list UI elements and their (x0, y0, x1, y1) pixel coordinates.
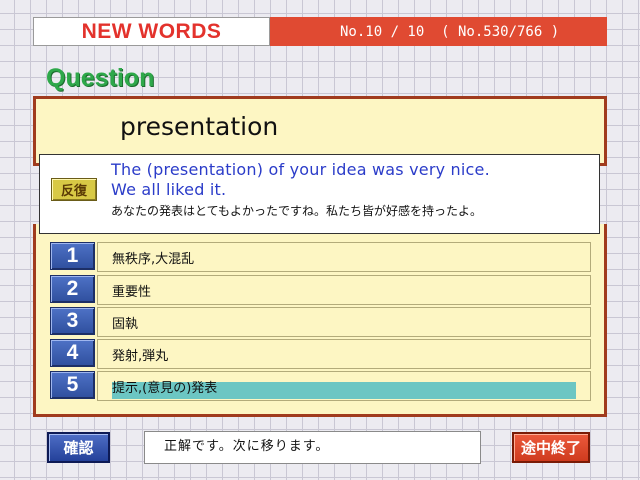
choice-3-number-button[interactable]: 3 (50, 307, 95, 335)
choice-1-number-button[interactable]: 1 (50, 242, 95, 270)
choice-2-text: 重要性 (112, 284, 152, 300)
choice-3-option[interactable]: 固執 (97, 307, 591, 337)
choice-5-number-button[interactable]: 5 (50, 371, 95, 399)
quit-midway-button[interactable]: 途中終了 (512, 432, 590, 463)
choice-1-option[interactable]: 無秩序,大混乱 (97, 242, 591, 272)
progress-counter: No.10 / 10 ( No.530/766 ) (270, 17, 607, 46)
confirm-button[interactable]: 確認 (47, 432, 110, 463)
choice-1-text: 無秩序,大混乱 (112, 251, 195, 267)
app-title: NEW WORDS (33, 17, 270, 46)
repeat-button[interactable]: 反復 (51, 178, 97, 201)
example-english-line-1: The (presentation) of your idea was very… (111, 160, 490, 179)
choice-4-number-button[interactable]: 4 (50, 339, 95, 367)
choice-4-option[interactable]: 発射,弾丸 (97, 339, 591, 369)
choice-2-number-button[interactable]: 2 (50, 275, 95, 303)
choice-4-text: 発射,弾丸 (112, 348, 169, 364)
example-english-line-2: We all liked it. (111, 180, 227, 199)
question-word: presentation (120, 112, 279, 141)
question-heading: Question (46, 64, 155, 92)
choice-5-text: 提示,(意見の)発表 (112, 380, 218, 396)
choice-5-option[interactable]: 提示,(意見の)発表 (97, 371, 591, 401)
choice-2-option[interactable]: 重要性 (97, 275, 591, 305)
example-japanese-translation: あなたの発表はとてもよかったですね。私たち皆が好感を持ったよ。 (111, 204, 483, 218)
choice-3-text: 固執 (112, 316, 139, 332)
status-message: 正解です。次に移ります。 (144, 431, 481, 464)
